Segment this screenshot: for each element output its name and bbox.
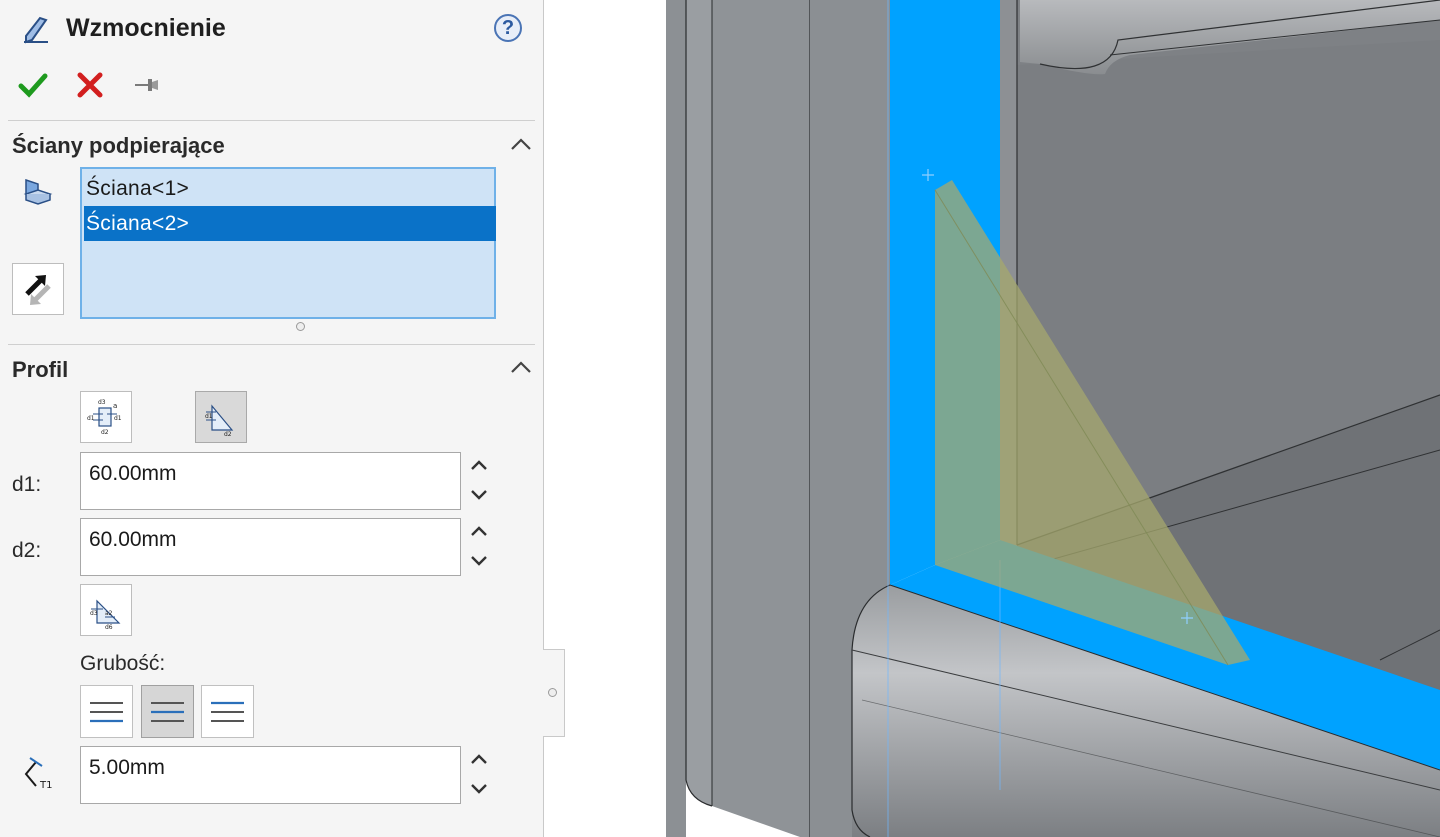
collapse-supporting-faces-chevron-up-icon[interactable] <box>510 137 532 151</box>
svg-text:a2: a2 <box>105 610 113 617</box>
svg-text:d6: d6 <box>105 624 113 631</box>
thickness-t1-icon: T1 <box>18 756 58 794</box>
spin-down-icon[interactable] <box>469 488 489 502</box>
splitter-handle[interactable] <box>548 688 557 697</box>
svg-text:T1: T1 <box>39 780 52 791</box>
profile-type-1-icon: d3 d1 d1 d2 a <box>87 399 122 436</box>
svg-text:d2: d2 <box>101 429 109 436</box>
thickness-spinner[interactable] <box>461 746 497 804</box>
thickness-left-button[interactable] <box>80 685 133 738</box>
face-selection-icon <box>20 176 54 210</box>
list-item[interactable]: Ściana<1> <box>84 171 496 206</box>
profile-type-1-button[interactable]: d3 d1 d1 d2 a <box>80 391 132 443</box>
spin-up-icon[interactable] <box>469 752 489 766</box>
d1-input[interactable]: 60.00mm <box>80 452 461 510</box>
thickness-right-icon <box>211 701 244 722</box>
list-item-selected[interactable]: Ściana<2> <box>84 206 496 241</box>
ok-button[interactable] <box>18 70 48 100</box>
svg-text:a: a <box>113 402 117 410</box>
rib-feature-icon <box>20 14 52 46</box>
d2-label: d2: <box>12 539 42 562</box>
property-manager-panel: Wzmocnienie ? Ściany podpierające Ściana… <box>0 0 544 837</box>
svg-text:d1: d1 <box>114 415 122 422</box>
checkmark-icon <box>18 73 48 98</box>
thickness-right-button[interactable] <box>201 685 254 738</box>
thickness-center-icon <box>151 702 184 722</box>
panel-splitter[interactable] <box>543 649 565 737</box>
profile-type-2-icon: d1 d2 <box>205 404 234 438</box>
spin-down-icon[interactable] <box>469 782 489 796</box>
model-view[interactable] <box>666 0 1440 837</box>
profile-chamfer-icon: d3 a2 d6 <box>90 599 121 631</box>
close-icon <box>77 72 103 98</box>
reverse-direction-icon <box>25 275 51 305</box>
separator <box>8 344 535 345</box>
list-resize-handle[interactable] <box>296 322 305 331</box>
pin-button[interactable] <box>133 74 161 96</box>
collapse-profile-chevron-up-icon[interactable] <box>510 360 532 374</box>
d1-spinner[interactable] <box>461 452 497 510</box>
d1-label: d1: <box>12 473 42 496</box>
cancel-button[interactable] <box>76 71 104 99</box>
section-title-profile: Profil <box>12 357 69 382</box>
svg-text:d1: d1 <box>87 415 95 422</box>
profile-type-2-button[interactable]: d1 d2 <box>195 391 247 443</box>
thickness-input[interactable]: 5.00mm <box>80 746 461 804</box>
d2-input[interactable]: 60.00mm <box>80 518 461 576</box>
spin-up-icon[interactable] <box>469 458 489 472</box>
spin-up-icon[interactable] <box>469 524 489 538</box>
panel-title: Wzmocnienie <box>66 14 226 42</box>
separator <box>8 120 535 121</box>
svg-text:d2: d2 <box>224 431 232 438</box>
svg-text:d3: d3 <box>90 610 98 617</box>
graphics-viewport[interactable] <box>666 0 1440 837</box>
help-button[interactable]: ? <box>494 14 522 42</box>
svg-text:d1: d1 <box>205 413 213 420</box>
supporting-faces-list[interactable]: Ściana<1> Ściana<2> <box>80 167 496 319</box>
thickness-label: Grubość: <box>80 652 166 675</box>
d2-spinner[interactable] <box>461 518 497 576</box>
pushpin-icon <box>135 79 158 91</box>
reverse-direction-button[interactable] <box>12 263 64 315</box>
thickness-left-icon <box>90 702 123 723</box>
spin-down-icon[interactable] <box>469 554 489 568</box>
section-title-supporting-faces: Ściany podpierające <box>12 133 225 158</box>
thickness-center-button[interactable] <box>141 685 194 738</box>
svg-text:d3: d3 <box>98 399 106 406</box>
profile-chamfer-button[interactable]: d3 a2 d6 <box>80 584 132 636</box>
